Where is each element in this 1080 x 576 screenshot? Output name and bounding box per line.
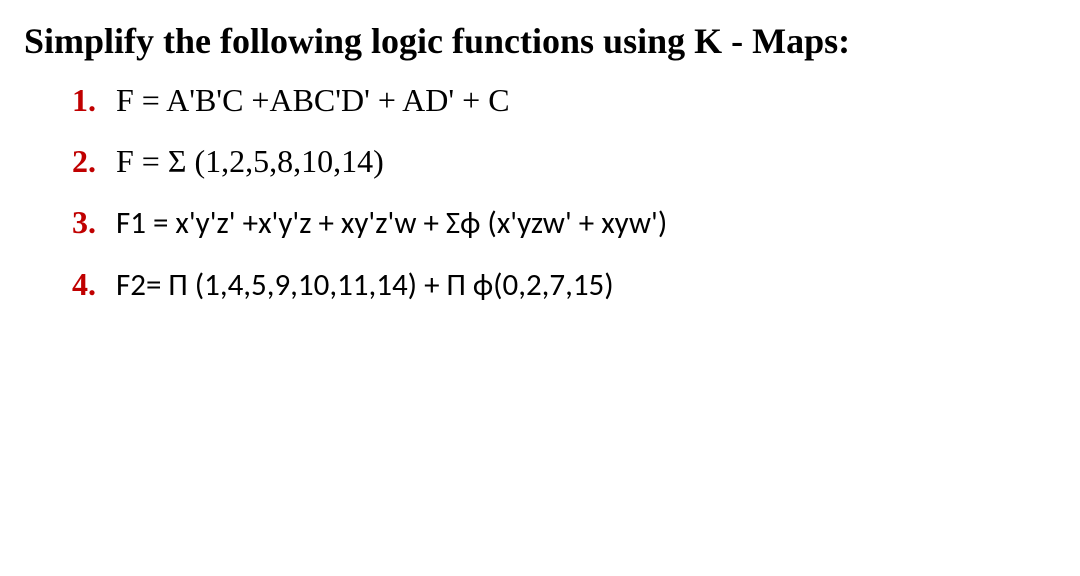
item-number: 2. [72, 143, 116, 180]
item-text: F1 = x'y'z' +x'y'z + xy'z'w + Σϕ (x'yzw'… [116, 204, 667, 242]
item-text: F = A'B'C +ABC'D' + AD' + C [116, 82, 510, 119]
item-text: F2= Π (1,4,5,9,10,11,14) + Π ϕ(0,2,7,15) [116, 266, 614, 304]
page-title: Simplify the following logic functions u… [24, 20, 1056, 62]
list-item: 3. F1 = x'y'z' +x'y'z + xy'z'w + Σϕ (x'y… [72, 204, 1056, 242]
list-item: 2. F = Σ (1,2,5,8,10,14) [72, 143, 1056, 180]
item-text: F = Σ (1,2,5,8,10,14) [116, 143, 384, 180]
item-number: 4. [72, 266, 116, 303]
item-number: 1. [72, 82, 116, 119]
list-item: 4. F2= Π (1,4,5,9,10,11,14) + Π ϕ(0,2,7,… [72, 266, 1056, 304]
problem-list: 1. F = A'B'C +ABC'D' + AD' + C 2. F = Σ … [24, 82, 1056, 304]
list-item: 1. F = A'B'C +ABC'D' + AD' + C [72, 82, 1056, 119]
item-number: 3. [72, 204, 116, 241]
